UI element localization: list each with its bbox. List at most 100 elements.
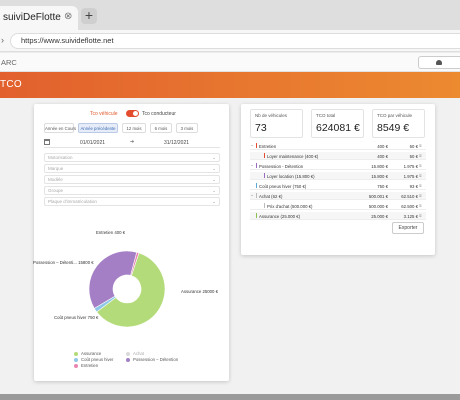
period-button[interactable]: Année en Cours [44, 123, 76, 133]
bookmark-arc[interactable]: ARC [1, 58, 17, 67]
legend-swatch [126, 357, 130, 362]
row-per-vehicle: 62.510 € [401, 193, 418, 199]
table-row[interactable]: Coût pneus hiver (750 €) 750 € 93 € ≡ [250, 182, 426, 190]
row-total: 25.000 € [371, 213, 388, 219]
filter-select[interactable]: Groupe ⌄ [44, 186, 220, 195]
kpi-card: TCO total 624081 € [311, 109, 364, 138]
period-button[interactable]: 6 mois [150, 123, 172, 133]
date-to[interactable]: 31/12/2021 [164, 140, 189, 146]
category-color-bar [256, 183, 257, 188]
donut-label: Possession – Détenti... 15800 € [33, 260, 94, 265]
row-per-vehicle: 62.500 € [401, 203, 418, 209]
row-detail-icon[interactable]: ≡ [419, 203, 422, 208]
browser-tab[interactable]: suiviDeFlotte ⊗ [0, 6, 78, 30]
row-detail-icon[interactable]: ≡ [419, 213, 422, 218]
table-row[interactable]: Loyer location (15.800 €) 15.800 € 1.975 €… [250, 172, 426, 180]
legend-label: Entretien [81, 363, 99, 368]
toggle-label-vehicle[interactable]: Tco véhicule [90, 111, 118, 117]
select-placeholder: Modèle [48, 177, 63, 182]
back-icon[interactable]: › [1, 35, 4, 45]
category-color-bar [256, 193, 257, 198]
table-row[interactable]: Assurance (25.000 €) 25.000 € 3.125 € ≡ [250, 212, 426, 220]
tco-summary-panel: Nb de véhicules 73 TCO total 624081 € TCO pa… [241, 104, 435, 255]
cloud-upload-button[interactable] [418, 56, 460, 69]
date-range[interactable]: 01/01/2021 ➔ 31/12/2021 [44, 138, 220, 148]
row-detail-icon[interactable]: ≡ [419, 173, 422, 178]
legend-item[interactable]: Entretien [74, 363, 98, 368]
chevron-down-icon: ⌄ [212, 199, 216, 204]
row-detail-icon[interactable]: ≡ [419, 163, 422, 168]
legend-label: Assurance [81, 351, 102, 356]
kpi-card: Nb de véhicules 73 [250, 109, 303, 138]
category-color-bar [256, 163, 257, 168]
legend-item[interactable]: Achat [126, 351, 144, 356]
browser-tabstrip: suiviDeFlotte ⊗ + [0, 0, 460, 30]
tab-title: suiviDeFlotte [3, 12, 61, 23]
filter-select[interactable]: Modèle ⌄ [44, 175, 220, 184]
row-per-vehicle: 93 € [409, 183, 418, 189]
period-button[interactable]: Année précédente [78, 123, 118, 133]
tab-close-icon[interactable]: ⊗ [64, 11, 72, 22]
tco-donut-chart [88, 250, 166, 328]
legend-item[interactable]: Coût pneus hiver [74, 357, 114, 362]
legend-label: Possession – Détention [133, 357, 179, 362]
category-color-bar [264, 203, 265, 208]
legend-label: Achat [133, 351, 144, 356]
collapse-icon[interactable]: − [251, 143, 253, 148]
row-label: Achat (62 €) [259, 193, 283, 199]
toggle-label-driver[interactable]: Tco conducteur [142, 111, 176, 117]
category-color-bar [256, 213, 257, 218]
legend-item[interactable]: Possession – Détention [126, 357, 178, 362]
row-detail-icon[interactable]: ≡ [419, 193, 422, 198]
export-button[interactable]: Exporter [392, 222, 424, 234]
legend-swatch [74, 357, 78, 362]
filters-panel: Tco véhicule Tco conducteur Année en Cou… [33, 104, 229, 381]
donut-label: Coût pneus hiver 750 € [54, 315, 99, 320]
row-per-vehicle: 50 € [409, 143, 418, 149]
row-detail-icon[interactable]: ≡ [419, 143, 422, 148]
category-color-bar [264, 153, 265, 158]
row-detail-icon[interactable]: ≡ [419, 153, 422, 158]
row-per-vehicle: 1.975 € [403, 173, 418, 179]
legend-swatch [74, 363, 78, 368]
donut-label: Assurance 25000 € [181, 289, 219, 294]
row-label: Entretien [259, 143, 277, 149]
tco-mode-toggle[interactable] [126, 110, 139, 117]
bookmarks-bar: ARC [0, 53, 460, 72]
filter-select[interactable]: Plaque d'immatriculation ⌄ [44, 197, 220, 206]
period-buttons: Année en Cours Année précédente 12 mois 6 m… [44, 123, 220, 133]
table-row[interactable]: − Entretien 400 € 50 € ≡ [250, 142, 426, 150]
row-per-vehicle: 3.125 € [403, 213, 418, 219]
table-row[interactable]: − Achat (62 €) 500.001 € 62.510 € ≡ [250, 192, 426, 200]
row-total: 15.800 € [371, 173, 388, 179]
collapse-icon[interactable]: − [251, 193, 253, 198]
arrow-right-icon: ➔ [130, 139, 135, 145]
tco-mode-toggle-row: Tco véhicule Tco conducteur [34, 109, 229, 121]
table-row[interactable]: Loyer maintenance (400 €) 400 € 50 € ≡ [250, 152, 426, 160]
row-detail-icon[interactable]: ≡ [419, 183, 422, 188]
category-color-bar [256, 143, 257, 148]
url-field[interactable]: https://www.suivideflotte.net [10, 33, 460, 49]
kpi-label: TCO par véhicule [377, 113, 413, 118]
legend-swatch [126, 351, 130, 356]
chevron-down-icon: ⌄ [212, 177, 216, 182]
period-button[interactable]: 12 mois [122, 123, 146, 133]
row-total: 15.800 € [371, 163, 388, 169]
donut-label: Entretien 400 € [96, 230, 126, 235]
filter-select[interactable]: Marque ⌄ [44, 164, 220, 173]
period-button[interactable]: 3 mois [176, 123, 198, 133]
filter-select[interactable]: Motorisation ⌄ [44, 153, 220, 162]
table-row[interactable]: Prix d'achat (500.000 €) 500.000 € 62.500 … [250, 202, 426, 210]
cloud-icon [436, 60, 442, 65]
chevron-down-icon: ⌄ [212, 166, 216, 171]
new-tab-button[interactable]: + [81, 8, 97, 24]
legend-item[interactable]: Assurance [74, 351, 101, 356]
date-from[interactable]: 01/01/2021 [80, 140, 105, 146]
collapse-icon[interactable]: − [251, 163, 253, 168]
kpi-value: 8549 € [377, 122, 410, 134]
table-row[interactable]: − Possession - Détention 15.800 € 1.975 € ≡ [250, 162, 426, 170]
chevron-down-icon: ⌄ [212, 155, 216, 160]
select-placeholder: Motorisation [48, 155, 73, 160]
toggle-knob [133, 111, 138, 116]
row-label: Assurance (25.000 €) [259, 213, 301, 219]
